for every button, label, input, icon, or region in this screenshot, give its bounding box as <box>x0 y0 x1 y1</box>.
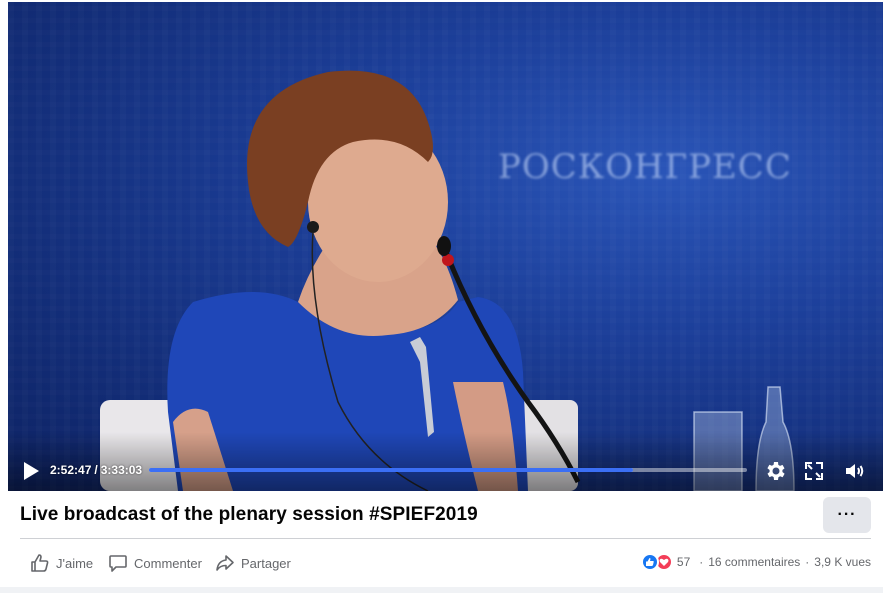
earpiece <box>307 221 319 233</box>
settings-gear-icon[interactable] <box>764 459 788 483</box>
time-separator: / <box>94 463 98 477</box>
video-time: 2:52:47/3:33:03 <box>50 463 142 477</box>
more-options-button[interactable]: ··· <box>823 497 871 533</box>
fullscreen-icon[interactable] <box>802 459 826 483</box>
duration: 3:33:03 <box>100 463 143 477</box>
current-time: 2:52:47 <box>50 463 92 477</box>
comment-icon <box>109 555 127 572</box>
stats-separator: · <box>699 555 704 569</box>
microphone-head <box>437 236 451 256</box>
share-icon <box>216 555 234 571</box>
like-reaction-icon <box>640 553 659 571</box>
comment-button[interactable]: Commenter <box>108 550 202 576</box>
comment-label: Commenter <box>134 555 202 571</box>
reaction-count: 57 <box>676 555 691 569</box>
share-label: Partager <box>241 555 291 571</box>
video-controls: 2:52:47/3:33:03 <box>8 452 883 490</box>
feed-background-strip <box>0 587 883 593</box>
stats-separator: · <box>805 555 810 569</box>
like-label: J'aime <box>56 555 94 571</box>
like-button[interactable]: J'aime <box>30 550 93 576</box>
comments-count[interactable]: 16 commentaires <box>708 555 800 569</box>
post-title: Live broadcast of the plenary session #S… <box>20 504 478 525</box>
video-player[interactable]: РОСКОНГРЕСС <box>8 2 883 491</box>
share-button[interactable]: Partager <box>215 550 291 576</box>
progress-fill <box>149 468 634 472</box>
progress-bar[interactable] <box>149 468 747 472</box>
volume-icon[interactable] <box>843 459 867 483</box>
reactions-summary[interactable]: 57 <box>640 553 691 571</box>
divider <box>20 538 871 539</box>
thumbs-up-icon <box>31 554 49 572</box>
post-stats: 57 · 16 commentaires · 3,9 K vues <box>640 553 871 571</box>
speaker-scene <box>8 70 883 491</box>
views-count: 3,9 K vues <box>814 555 871 569</box>
video-post: РОСКОНГРЕСС 2:52:47 / 3:33:03 Live broad… <box>0 0 883 593</box>
play-icon[interactable] <box>22 461 40 481</box>
